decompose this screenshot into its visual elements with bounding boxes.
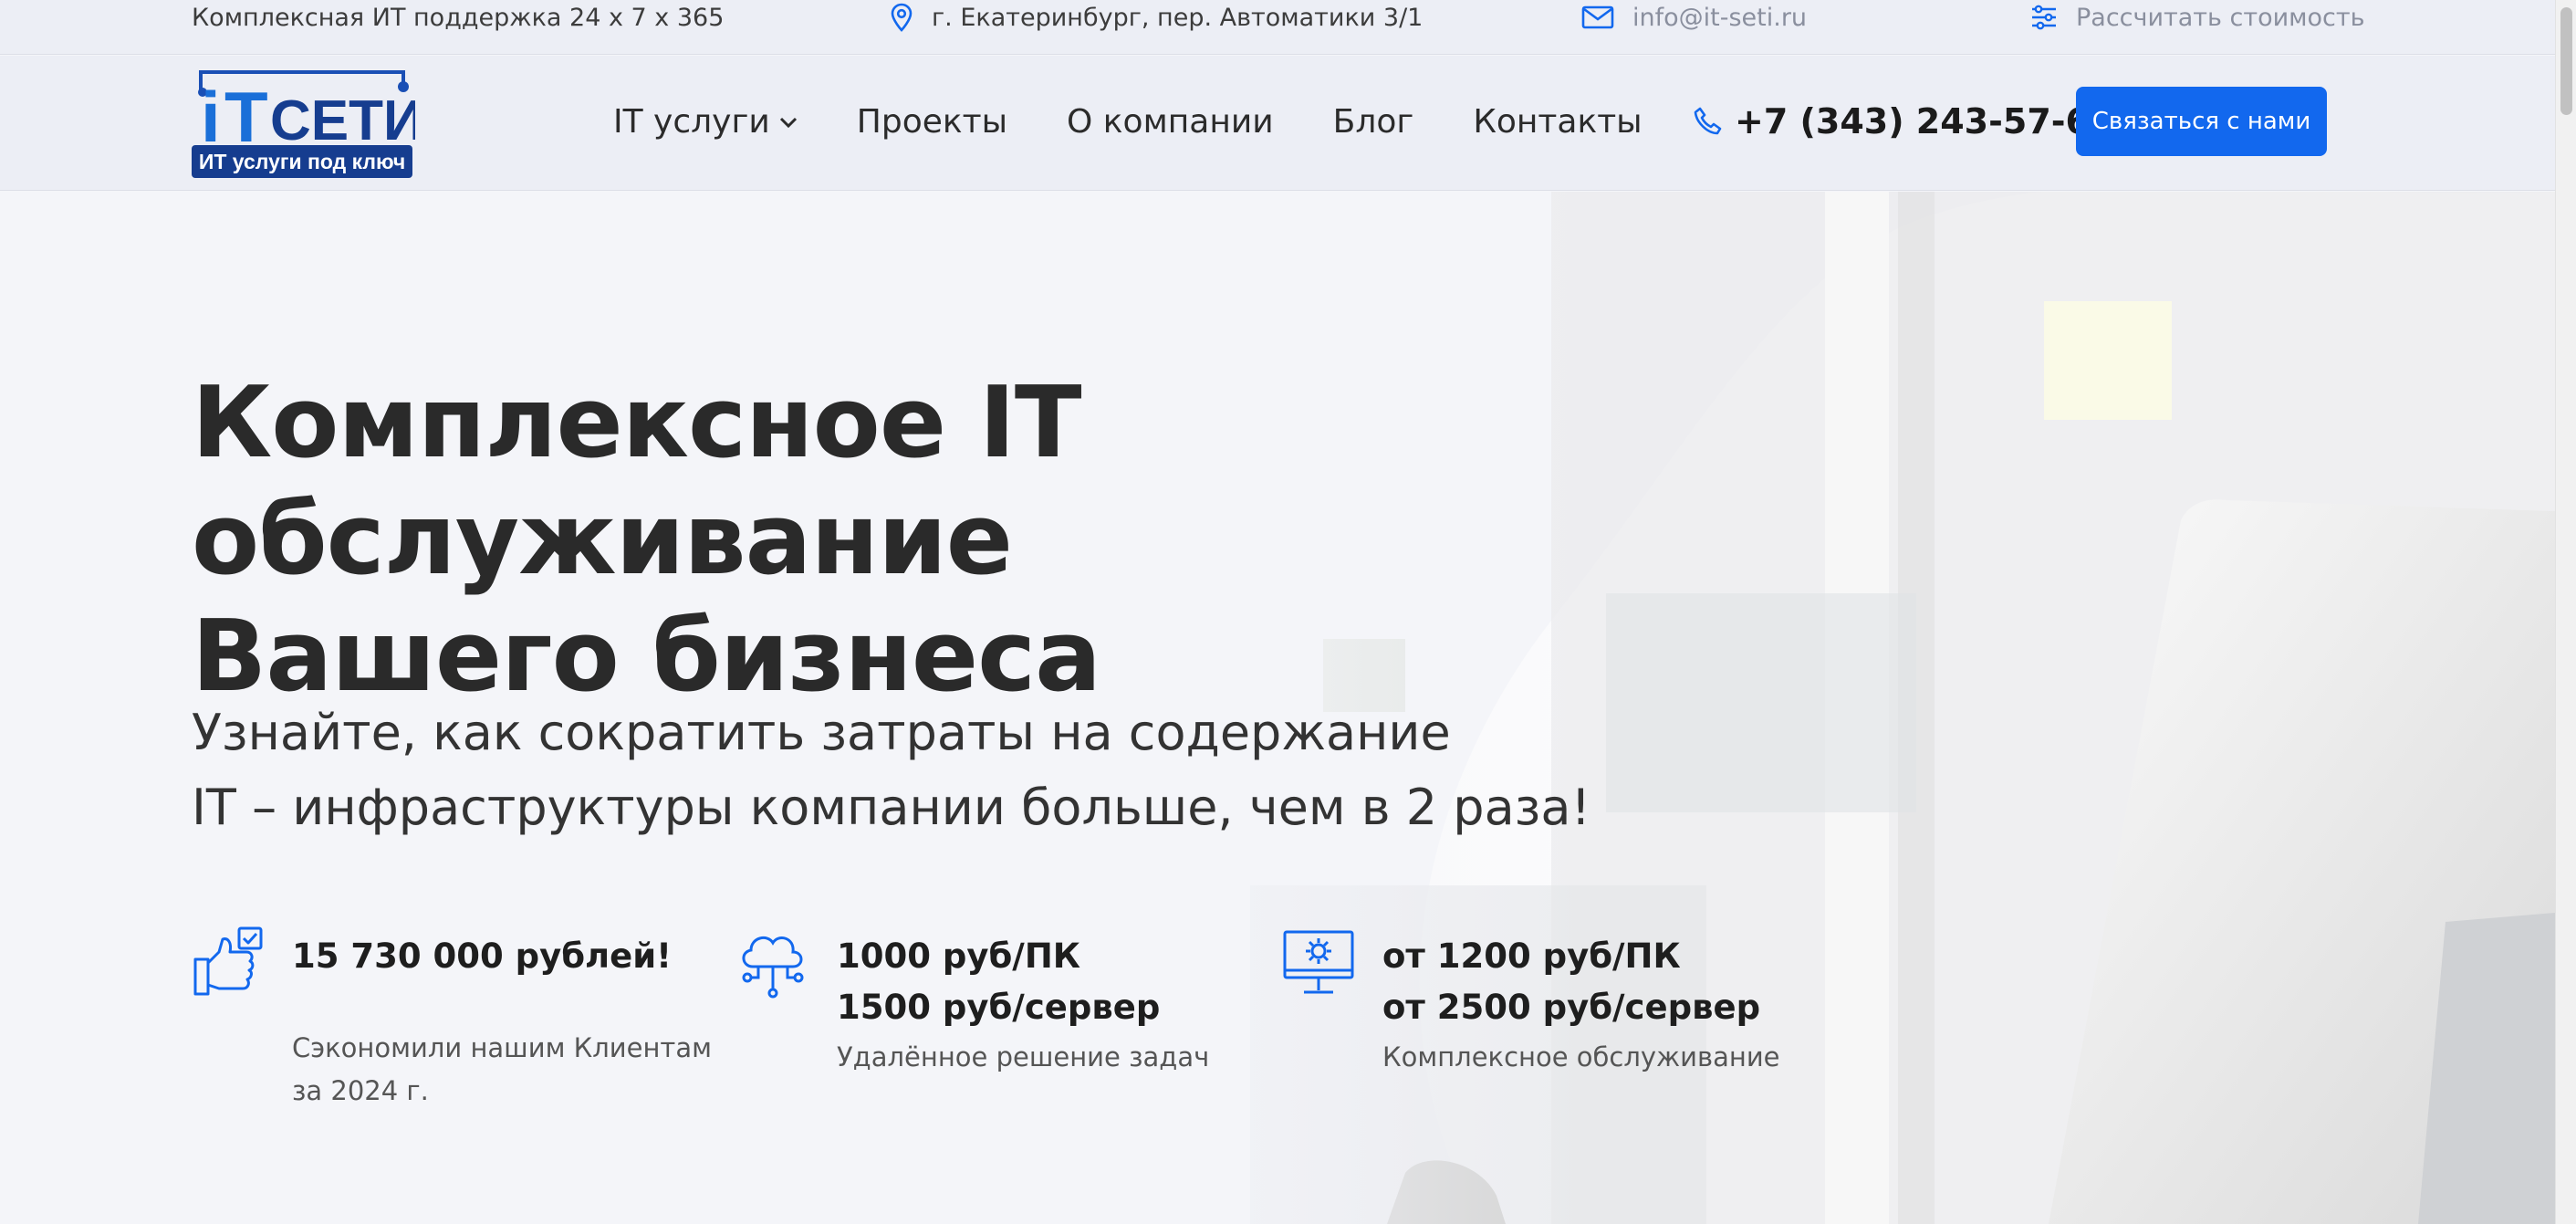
email-link[interactable]: info@it-seti.ru [1581,0,1807,35]
nav-label: Блог [1332,103,1414,141]
hero-subtitle-line-1: Узнайте, как сократить затраты на содерж… [192,704,1451,761]
hero-subtitle: Узнайте, как сократить затраты на содерж… [192,696,1652,845]
stat-value: 1000 руб/ПК 1500 руб/сервер [837,931,1160,1033]
hero-subtitle-line-2: IT – инфраструктуры компании больше, чем… [192,779,1591,836]
cloud-network-icon [742,936,804,999]
sliders-icon [2032,5,2056,30]
stat-value-line: от 2500 руб/сервер [1382,988,1761,1027]
email-text: info@it-seti.ru [1632,3,1808,32]
contact-us-button[interactable]: Связаться с нами [2076,87,2327,156]
calc-link[interactable]: Рассчитать стоимость [2030,0,2365,35]
chevron-down-icon [779,117,797,128]
hero-title: Комплексное IT обслуживание Вашего бизне… [192,365,1743,716]
calc-text: Рассчитать стоимость [2076,3,2365,32]
page-scrollbar[interactable] [2555,0,2576,1224]
stat-desc-line: Сэкономили нашим Клиентам [292,1032,712,1063]
phone-link[interactable]: +7 (343) 243-57-63 [1693,101,2113,141]
stat-desc-line: Комплексное обслуживание [1382,1041,1780,1072]
scrollbar-thumb[interactable] [2560,7,2572,115]
stat-description: Удалённое решение задач [837,1036,1209,1079]
nav-label: Контакты [1473,103,1643,141]
main-nav: IT услуги Проекты О компании Блог Контак… [613,103,1702,141]
nav-item-it-services[interactable]: IT услуги [613,103,798,141]
stat-desc-line: за 2024 г. [292,1075,429,1106]
stat-description: Сэкономили нашим Клиентам за 2024 г. [292,1027,712,1113]
address[interactable]: г. Екатеринбург, пер. Автоматики 3/1 [890,0,1423,35]
nav-item-projects[interactable]: Проекты [857,103,1007,141]
nav-label: IT услуги [613,103,770,141]
envelope-icon [1581,5,1614,29]
monitor-gear-icon [1283,930,1354,994]
nav-item-contacts[interactable]: Контакты [1473,103,1642,141]
stat-value-line: 15 730 000 рублей! [292,936,673,976]
nav-label: О компании [1067,103,1274,141]
logo-seti: СЕТИ [270,89,415,152]
stat-value-line: от 1200 руб/ПК [1382,936,1681,976]
top-info-bar: Комплексная ИТ поддержка 24 x 7 x 365 г.… [0,0,2555,55]
logo-graphic: i T СЕТИ ИТ услуги под ключ [192,70,424,178]
hero-section: Комплексное IT обслуживание Вашего бизне… [0,192,2555,1224]
logo-t: T [224,77,268,157]
nav-label: Проекты [856,103,1008,141]
nav-item-blog[interactable]: Блог [1333,103,1414,141]
logo-tagline: ИТ услуги под ключ [199,150,405,173]
phone-icon [1694,107,1722,135]
stat-value: 15 730 000 рублей! [292,931,672,982]
hero-title-line-1: Комплексное IT обслуживание [192,366,1082,597]
tagline-text: Комплексная ИТ поддержка 24 x 7 x 365 [192,3,725,32]
address-text: г. Екатеринбург, пер. Автоматики 3/1 [932,3,1424,32]
logo-i: i [201,77,221,157]
logo[interactable]: i T СЕТИ ИТ услуги под ключ [192,65,424,182]
stat-value-line: 1500 руб/сервер [837,988,1161,1027]
phone-number: +7 (343) 243-57-63 [1735,101,2114,141]
nav-item-about[interactable]: О компании [1067,103,1274,141]
location-pin-icon [891,3,913,32]
tagline: Комплексная ИТ поддержка 24 x 7 x 365 [192,0,724,35]
thumbs-up-check-icon [193,926,263,996]
stat-description: Комплексное обслуживание [1382,1036,1780,1079]
stat-desc-line: Удалённое решение задач [837,1041,1210,1072]
stat-value-line: 1000 руб/ПК [837,936,1081,976]
stat-value: от 1200 руб/ПК от 2500 руб/сервер [1382,931,1760,1033]
site-header: i T СЕТИ ИТ услуги под ключ IT услуги Пр… [0,56,2555,191]
